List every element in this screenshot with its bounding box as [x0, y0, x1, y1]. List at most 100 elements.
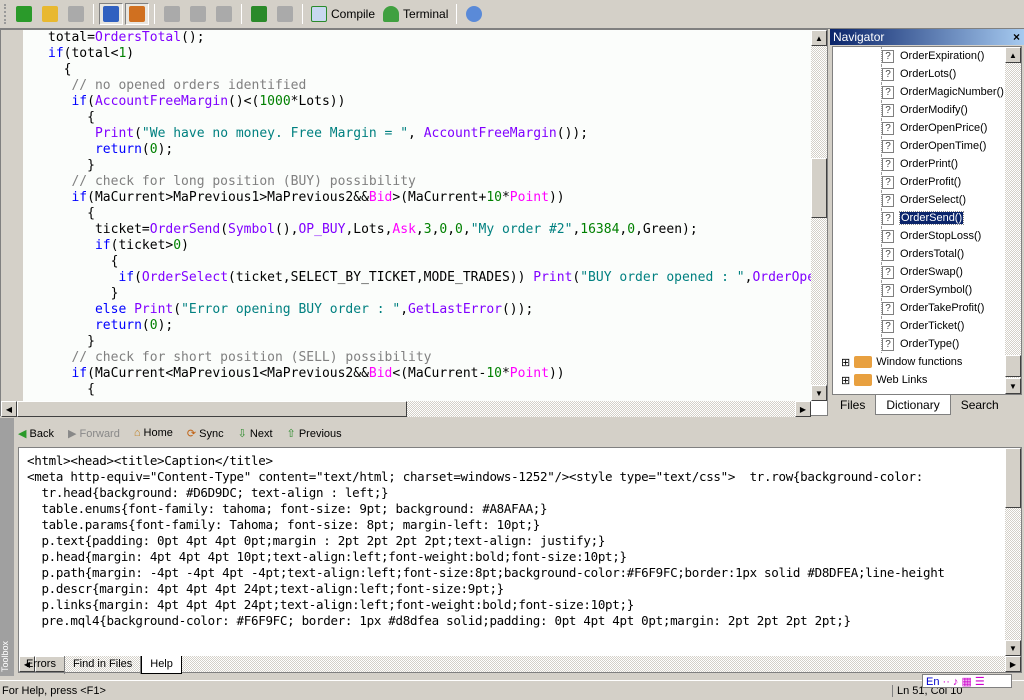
compile-button[interactable]: Compile: [308, 3, 378, 25]
scroll-up-button[interactable]: ▲: [1005, 47, 1021, 63]
code-token: 16384: [580, 222, 620, 237]
editor-vertical-scrollbar[interactable]: ▲ ▼: [811, 30, 827, 401]
scroll-up-button[interactable]: ▲: [811, 30, 827, 46]
navigator-item[interactable]: ? OrdersTotal(): [881, 245, 1021, 263]
navigator-item[interactable]: ? OrderOpenTime(): [881, 137, 1021, 155]
code-token: {: [48, 254, 119, 269]
code-token: ticket=: [48, 222, 150, 237]
navigator-tab-dictionary[interactable]: Dictionary: [875, 395, 951, 415]
toolbar-separator: [456, 4, 458, 24]
save-button[interactable]: [64, 3, 88, 25]
expand-plus-icon[interactable]: ⊞: [841, 356, 850, 369]
toolbox-panel: ◀ Back ▶ Forward ⌂ Home ⟳ Sync ⇩ Next ⇧ …: [0, 418, 1024, 680]
scroll-down-button[interactable]: ▼: [1005, 640, 1021, 656]
tab-errors[interactable]: Errors: [18, 656, 65, 674]
code-token: ()<(: [228, 94, 260, 109]
scroll-thumb[interactable]: [811, 158, 827, 218]
copy-button[interactable]: [186, 3, 210, 25]
code-token: (total<: [63, 46, 119, 61]
new-file-button[interactable]: [12, 3, 36, 25]
editor-horizontal-scrollbar[interactable]: ◀ ▶: [1, 401, 811, 417]
toolbar-separator: [154, 4, 155, 24]
scroll-down-button[interactable]: ▼: [811, 385, 827, 401]
cut-button[interactable]: [160, 3, 184, 25]
help-content[interactable]: <html><head><title>Caption</title> <meta …: [18, 447, 1022, 673]
help-topic-icon: ?: [882, 49, 894, 63]
compile-label: Compile: [331, 7, 376, 21]
terminal-button[interactable]: Terminal: [380, 3, 451, 25]
navigator-item[interactable]: ? OrderType(): [881, 335, 1021, 353]
navigator-folder[interactable]: ⊞ Window functions: [841, 353, 1021, 371]
navigator-folder[interactable]: ⊞ Web Links: [841, 371, 1021, 389]
navigator-item[interactable]: ? OrderLots(): [881, 65, 1021, 83]
navigator-item[interactable]: ? OrderSend(): [881, 209, 1021, 227]
help-topic-icon: ?: [882, 157, 894, 171]
language-bar[interactable]: En ·· ♪ ▦ ☰: [922, 674, 1012, 688]
code-token: ,Lots,: [345, 222, 393, 237]
code-token: if: [48, 46, 64, 61]
navigator-item[interactable]: ? OrderMagicNumber(): [881, 83, 1021, 101]
help-source-line: p.path{margin: -4pt -4pt 4pt -4pt;text-a…: [27, 565, 945, 580]
navigator-scrollbar[interactable]: ▲ ▼: [1005, 47, 1021, 394]
navigator-item[interactable]: ? OrderSymbol(): [881, 281, 1021, 299]
navigator-item[interactable]: ? OrderSelect(): [881, 191, 1021, 209]
navigator-item-label: OrderStopLoss(): [900, 230, 982, 242]
help-source-line: <html><head><title>Caption</title>: [27, 453, 273, 468]
redo-button[interactable]: [273, 3, 297, 25]
scroll-down-button[interactable]: ▼: [1005, 378, 1021, 394]
toolbox-button[interactable]: [125, 3, 149, 25]
navigator-item[interactable]: ? OrderOpenPrice(): [881, 119, 1021, 137]
navigator-item[interactable]: ? OrderStopLoss(): [881, 227, 1021, 245]
sync-button[interactable]: ⟳ Sync: [187, 427, 224, 440]
navigator-item-label: OrderProfit(): [900, 176, 962, 188]
toolbox-side-label[interactable]: Toolbox: [0, 418, 14, 676]
paste-icon: [216, 6, 232, 22]
navigator-tree[interactable]: ? OrderExpiration()? OrderLots()? OrderMagi…: [832, 46, 1022, 395]
navigator-tab-files[interactable]: Files: [830, 395, 875, 415]
scroll-thumb[interactable]: [1005, 355, 1021, 377]
tab-find-in-files[interactable]: Find in Files: [65, 656, 142, 674]
previous-button[interactable]: ⇧ Previous: [287, 427, 342, 440]
navigator-item-label: OrderTakeProfit(): [900, 302, 985, 314]
code-editor[interactable]: total=OrdersTotal(); if(total<1) { // no …: [0, 29, 828, 417]
navigator-item[interactable]: ? OrderSwap(): [881, 263, 1021, 281]
scroll-left-button[interactable]: ◀: [1, 401, 17, 417]
navigator-item[interactable]: ? OrderProfit(): [881, 173, 1021, 191]
code-token: ());: [556, 126, 589, 141]
undo-button[interactable]: [247, 3, 271, 25]
scroll-thumb[interactable]: [1005, 448, 1021, 508]
navigator-item[interactable]: ? OrderTakeProfit(): [881, 299, 1021, 317]
next-button[interactable]: ⇩ Next: [238, 427, 273, 440]
navigator-item[interactable]: ? OrderExpiration(): [881, 47, 1021, 65]
navigator-item[interactable]: ? OrderPrint(): [881, 155, 1021, 173]
code-token: if: [48, 270, 135, 285]
open-button[interactable]: [38, 3, 62, 25]
code-area[interactable]: total=OrdersTotal(); if(total<1) { // no …: [23, 30, 811, 401]
tab-help[interactable]: Help: [141, 656, 182, 674]
scroll-thumb[interactable]: [17, 401, 407, 417]
help-topic-icon: ?: [882, 247, 894, 261]
back-button[interactable]: ◀ Back: [18, 427, 54, 440]
code-line: total=OrdersTotal();: [23, 30, 811, 46]
code-token: Bid: [368, 366, 393, 381]
scroll-right-button[interactable]: ▶: [1005, 656, 1021, 672]
navigator-item[interactable]: ? OrderModify(): [881, 101, 1021, 119]
paste-button[interactable]: [212, 3, 236, 25]
help-button[interactable]: [462, 3, 486, 25]
home-button[interactable]: ⌂ Home: [134, 427, 173, 439]
forward-button[interactable]: ▶ Forward: [68, 427, 120, 440]
code-token: 0: [627, 222, 636, 237]
navigator-item[interactable]: ? OrderTicket(): [881, 317, 1021, 335]
toolbar-grip[interactable]: [4, 4, 7, 24]
code-token: OP_BUY: [298, 222, 346, 237]
close-icon[interactable]: ×: [1013, 29, 1020, 45]
expand-plus-icon[interactable]: ⊞: [841, 374, 850, 387]
help-topic-icon: ?: [882, 283, 894, 297]
sync-label: Sync: [199, 427, 224, 440]
code-token: Print: [48, 126, 135, 141]
scroll-right-button[interactable]: ▶: [795, 401, 811, 417]
navigator-button[interactable]: [99, 3, 123, 25]
navigator-tab-search[interactable]: Search: [951, 395, 1009, 415]
terminal-label: Terminal: [403, 7, 449, 21]
help-vertical-scrollbar[interactable]: ▼: [1005, 448, 1021, 656]
